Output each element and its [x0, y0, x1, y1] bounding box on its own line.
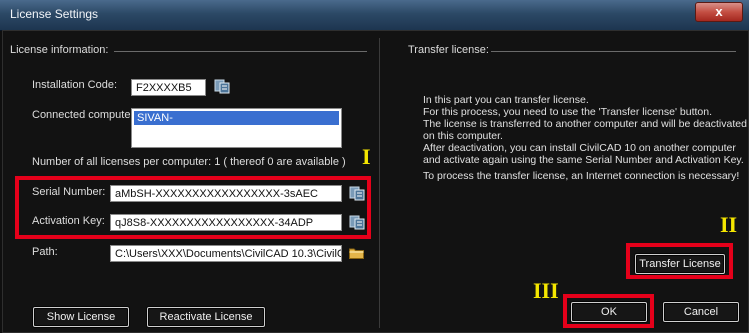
description-line: on this computer.	[423, 130, 503, 142]
marker-i: I	[362, 144, 371, 169]
folder-icon[interactable]	[349, 247, 364, 259]
connected-computers-list[interactable]: SIVAN-	[131, 108, 342, 148]
close-icon: x	[715, 4, 723, 19]
marker-iii: III	[533, 278, 559, 303]
description-line: In this part you can transfer license.	[423, 94, 589, 106]
list-item[interactable]: SIVAN-	[134, 111, 339, 125]
transfer-group-label: Transfer license:	[408, 44, 489, 56]
description-line: After deactivation, you can install Civi…	[423, 142, 736, 154]
cancel-button[interactable]: Cancel	[663, 302, 739, 322]
connected-computers-label: Connected computers:	[32, 109, 143, 121]
close-button[interactable]: x	[695, 2, 743, 22]
license-info-group-label: License information:	[10, 44, 109, 56]
internet-note: To process the transfer license, an Inte…	[423, 170, 740, 182]
copy-icon[interactable]	[214, 78, 230, 94]
reactivate-license-button[interactable]: Reactivate License	[147, 307, 265, 327]
highlight-box-credentials	[15, 176, 371, 239]
ok-button[interactable]: OK	[571, 302, 647, 322]
title-bar: License Settings x	[0, 0, 749, 31]
licenses-count-text: Number of all licenses per computer: 1 (…	[32, 156, 346, 168]
installation-code-field[interactable]: F2XXXXB5	[131, 79, 206, 96]
path-field[interactable]: C:\Users\XXX\Documents\CivilCAD 10.3\Civ…	[110, 245, 342, 262]
path-label: Path:	[32, 246, 58, 258]
transfer-description: In this part you can transfer license. F…	[423, 94, 747, 166]
window-title: License Settings	[10, 7, 99, 21]
transfer-group-line	[491, 51, 736, 52]
show-license-button[interactable]: Show License	[33, 307, 129, 327]
description-line: and activate again using the same Serial…	[423, 154, 744, 166]
description-line: The license is transferred to another co…	[423, 118, 747, 130]
description-line: For this process, you need to use the 'T…	[423, 106, 713, 118]
license-info-group-line	[114, 51, 367, 52]
transfer-license-button[interactable]: Transfer License	[635, 254, 725, 274]
installation-code-label: Installation Code:	[32, 79, 117, 91]
marker-ii: II	[720, 212, 738, 237]
section-divider	[379, 38, 380, 328]
